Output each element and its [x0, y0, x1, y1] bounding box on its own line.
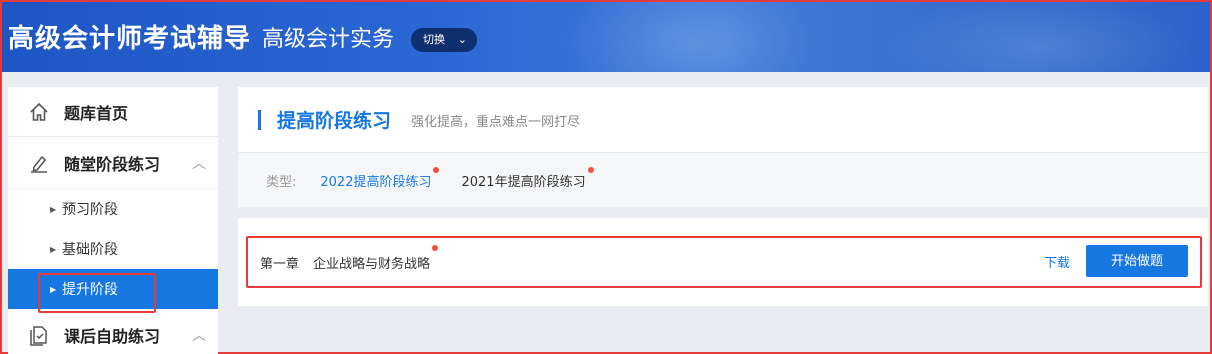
chapter-list-panel: 第一章 企业战略与财务战略 下载 开始做题 [238, 218, 1208, 306]
new-badge-dot [433, 166, 440, 173]
practice-section-panel: 提高阶段练习 强化提高，重点难点一网打尽 类型: 2022提高阶段练习 2021… [238, 87, 1208, 207]
triangle-right-icon: ▶ [50, 244, 57, 254]
triangle-right-icon: ▶ [50, 204, 57, 214]
sidebar-item-label: 基础阶段 [62, 242, 118, 258]
new-badge-dot [432, 244, 439, 251]
type-tab-label: 2022提高阶段练习 [320, 174, 432, 190]
title-accent-bar [258, 109, 261, 130]
chevron-up-icon: ︿ [192, 156, 206, 172]
edit-icon [31, 155, 47, 173]
type-tab-2022[interactable]: 2022提高阶段练习 [320, 166, 440, 190]
section-description: 强化提高，重点难点一网打尽 [411, 115, 581, 130]
switch-label: 切换 [423, 33, 445, 46]
chevron-down-icon: ⌄ [457, 33, 467, 46]
sidebar-group-self-practice[interactable]: 课后自助练习 ︿ [8, 309, 218, 354]
new-badge-dot [587, 166, 594, 173]
chapter-row: 第一章 企业战略与财务战略 下载 开始做题 [246, 236, 1202, 288]
header-banner: 高级会计师考试辅导 高级会计实务 切换 ⌄ [2, 2, 1210, 72]
sidebar: 题库首页 随堂阶段练习 ︿ ▶ 预习阶段 ▶ 基础阶段 ▶ 提升阶段 课后自助练… [8, 87, 218, 354]
start-practice-button[interactable]: 开始做题 [1086, 245, 1188, 277]
chapter-number: 第一章 [260, 256, 300, 272]
chapter-name: 企业战略与财务战略 [313, 256, 431, 272]
section-title: 提高阶段练习 [277, 110, 392, 132]
triangle-right-icon: ▶ [50, 284, 57, 294]
home-icon [30, 102, 48, 121]
subject-title: 高级会计实务 [262, 27, 395, 52]
type-filter-bar: 类型: 2022提高阶段练习 2021年提高阶段练习 [238, 153, 1208, 207]
sidebar-item-label: 题库首页 [64, 103, 129, 123]
sidebar-item-label: 预习阶段 [62, 202, 118, 218]
chapter-name-wrap: 企业战略与财务战略 [313, 244, 439, 272]
site-title: 高级会计师考试辅导 [8, 24, 252, 54]
type-label: 类型: [266, 174, 297, 190]
sidebar-item-advanced[interactable]: ▶ 提升阶段 [8, 269, 218, 313]
header-decoration [562, 2, 822, 72]
sidebar-item-label: 提升阶段 [62, 282, 118, 298]
sidebar-item-home[interactable]: 题库首页 [8, 87, 218, 137]
type-tab-label: 2021年提高阶段练习 [461, 174, 586, 190]
sidebar-group-label: 课后自助练习 [64, 326, 161, 346]
download-link[interactable]: 下载 [1044, 252, 1070, 271]
section-header: 提高阶段练习 强化提高，重点难点一网打尽 [238, 87, 1208, 153]
document-icon [30, 325, 47, 346]
sidebar-group-stage-practice[interactable]: 随堂阶段练习 ︿ [8, 137, 218, 189]
header-decoration [882, 2, 1202, 72]
switch-subject-button[interactable]: 切换 ⌄ [411, 28, 477, 52]
sidebar-item-preview[interactable]: ▶ 预习阶段 [8, 189, 218, 229]
chevron-up-icon: ︿ [192, 328, 206, 344]
sidebar-group-label: 随堂阶段练习 [64, 154, 161, 174]
type-tab-2021[interactable]: 2021年提高阶段练习 [461, 166, 594, 190]
sidebar-item-basic[interactable]: ▶ 基础阶段 [8, 229, 218, 269]
